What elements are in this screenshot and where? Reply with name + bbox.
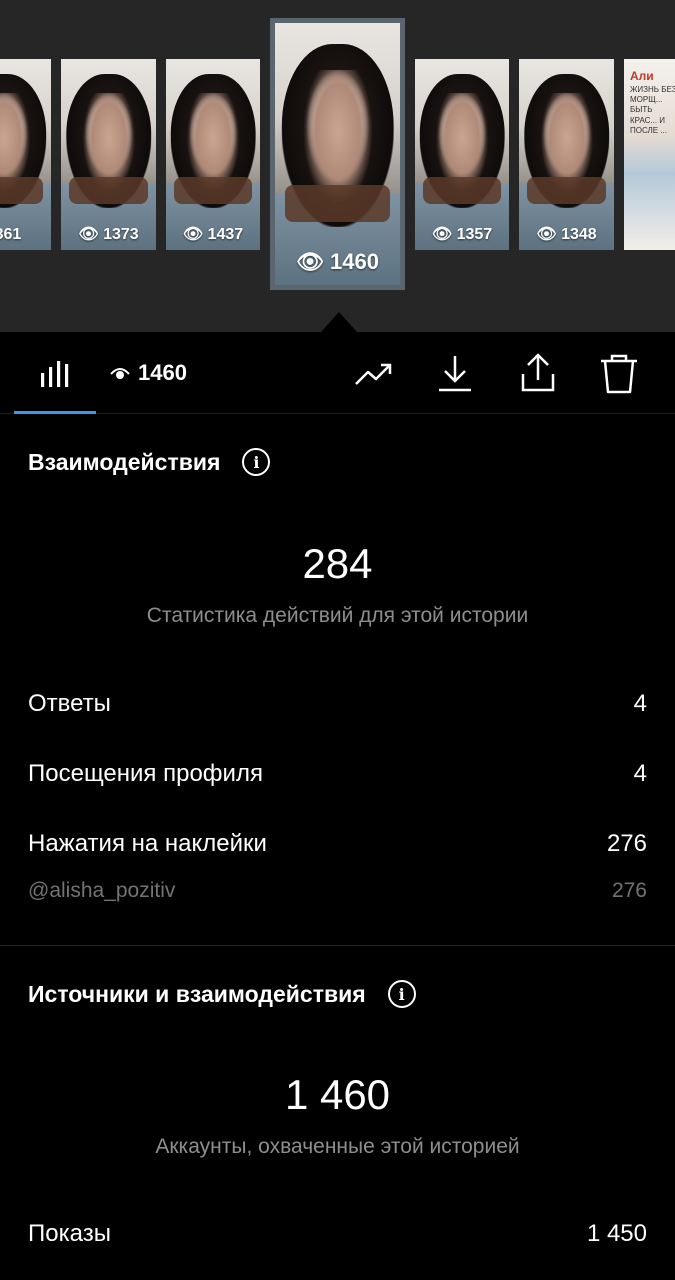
stat-label: Посещения профиля	[28, 760, 263, 787]
section-title: Источники и взаимодействия	[28, 980, 366, 1007]
story-view-count: 👁 1373	[78, 226, 139, 243]
download-icon	[439, 356, 471, 392]
stat-label: Показы	[28, 1220, 111, 1247]
discovery-total: 1 460	[284, 1071, 391, 1118]
story-toolbar: 1460	[0, 332, 675, 414]
stat-row-sticker-mention: @alisha_pozitiv 276	[28, 879, 647, 903]
story-thumbnail[interactable]: 1361	[0, 59, 51, 250]
story-thumbnail[interactable]: 👁 1357	[415, 59, 509, 250]
interactions-total: 284	[302, 540, 373, 587]
stat-label: Нажатия на наклейки	[28, 830, 267, 857]
tab-statistics[interactable]	[14, 332, 96, 414]
stories-strip: 1361 👁 1373 👁 1437 👁 1460 👁 1357 👁 1348 …	[0, 0, 675, 332]
interactions-header: Взаимодействия i	[28, 448, 271, 476]
selection-pointer	[321, 312, 357, 332]
story-view-count: 👁 1437	[182, 226, 244, 243]
stat-value: 1 450	[586, 1220, 647, 1247]
download-button[interactable]	[433, 352, 477, 396]
story-view-count: 👁 1357	[431, 226, 493, 243]
insights-button[interactable]	[352, 352, 396, 396]
trash-icon	[601, 354, 637, 394]
info-icon[interactable]: i	[387, 980, 416, 1008]
trend-icon	[355, 363, 392, 385]
stat-row-impressions: Показы 1 450	[28, 1220, 647, 1248]
story-thumbnail[interactable]: 👁 1373	[61, 59, 156, 250]
stat-label: @alisha_pozitiv	[28, 879, 176, 902]
views-count: 1460	[138, 360, 187, 385]
story-thumbnail[interactable]: 👁 1348	[519, 59, 614, 250]
share-button[interactable]	[516, 352, 560, 396]
section-divider	[0, 945, 675, 946]
info-icon[interactable]: i	[242, 448, 271, 476]
story-view-count: 👁 1348	[536, 226, 597, 243]
tab-viewers[interactable]: 1460	[110, 360, 187, 386]
stat-row-replies: Ответы 4	[28, 690, 647, 718]
story-view-count: 1361	[0, 226, 22, 243]
eye-icon	[110, 368, 130, 379]
interactions-caption: Статистика действий для этой истории	[146, 604, 529, 627]
stat-value: 276	[606, 830, 647, 857]
stat-label: Ответы	[28, 690, 111, 717]
stats-bars-icon	[41, 361, 69, 387]
share-icon	[521, 353, 555, 392]
section-title: Взаимодействия	[28, 448, 221, 475]
stat-value: 4	[633, 690, 647, 717]
stat-value: 276	[611, 879, 647, 902]
discovery-header: Источники и взаимодействия i	[28, 980, 416, 1008]
delete-button[interactable]	[597, 352, 641, 396]
stat-row-profile-visits: Посещения профиля 4	[28, 760, 647, 788]
story-view-count: 👁 1460	[296, 249, 379, 274]
story-thumbnail-selected[interactable]: 👁 1460	[270, 18, 405, 290]
stat-row-sticker-taps: Нажатия на наклейки 276	[28, 830, 647, 858]
story-thumbnail[interactable]: Али ЖИЗНЬ БЕЗ МОРЩ... БЫТЬ КРАС... И ПОСЛ…	[624, 59, 675, 250]
discovery-caption: Аккаунты, охваченные этой историей	[155, 1135, 520, 1158]
stat-value: 4	[633, 760, 647, 787]
story-thumbnail[interactable]: 👁 1437	[166, 59, 260, 250]
